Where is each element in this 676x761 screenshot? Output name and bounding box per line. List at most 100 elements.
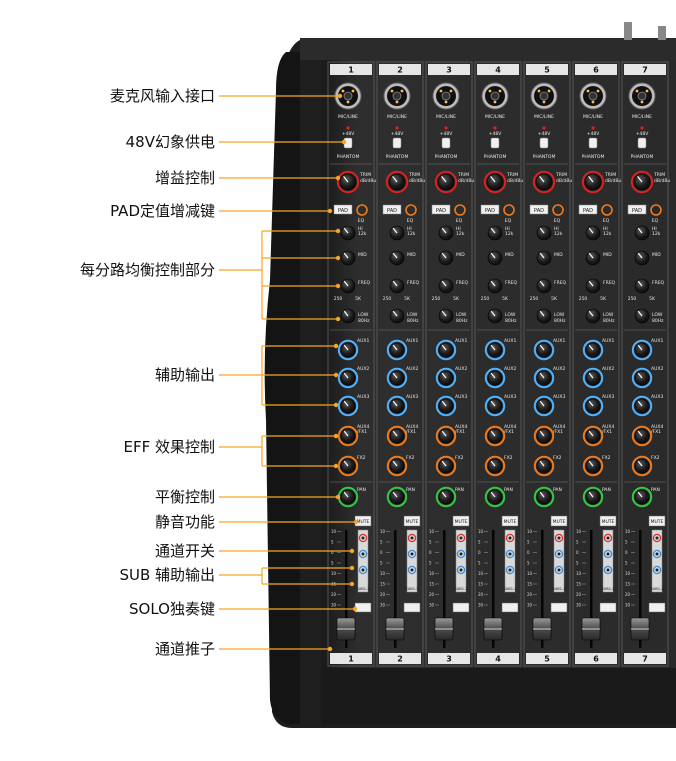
phantom-button[interactable] <box>441 137 451 149</box>
eq-mid-knob[interactable] <box>438 250 454 266</box>
eq-mid-knob[interactable] <box>487 250 503 266</box>
aux3-knob[interactable] <box>435 395 457 417</box>
trim-knob[interactable] <box>532 170 556 194</box>
fx2-knob[interactable] <box>435 455 457 477</box>
trim-knob[interactable] <box>630 170 654 194</box>
aux2-knob[interactable] <box>337 367 359 389</box>
phantom-led <box>591 126 595 130</box>
pan-knob[interactable] <box>533 486 555 508</box>
pan-knob[interactable] <box>386 486 408 508</box>
phantom-button[interactable] <box>588 137 598 149</box>
aux1-knob[interactable] <box>337 339 359 361</box>
trim-knob[interactable] <box>336 170 360 194</box>
eq-hi-knob[interactable] <box>585 225 601 241</box>
mixer-top-panel <box>322 60 676 668</box>
eq-hi-knob[interactable] <box>487 225 503 241</box>
pan-knob[interactable] <box>435 486 457 508</box>
eq-freq-knob[interactable] <box>487 278 503 294</box>
phantom-button[interactable] <box>392 137 402 149</box>
eq-mid-knob[interactable] <box>340 250 356 266</box>
pad-label: PAD <box>632 208 642 214</box>
eq-low-knob[interactable] <box>487 308 503 324</box>
trim-knob[interactable] <box>581 170 605 194</box>
eq-low-knob[interactable] <box>340 308 356 324</box>
pan-knob[interactable] <box>484 486 506 508</box>
solo-button[interactable] <box>599 602 617 613</box>
eq-mid-knob[interactable] <box>536 250 552 266</box>
fx2-knob[interactable] <box>484 455 506 477</box>
fx2-knob[interactable] <box>337 455 359 477</box>
pan-knob[interactable] <box>582 486 604 508</box>
trim-knob[interactable] <box>483 170 507 194</box>
aux3-knob[interactable] <box>484 395 506 417</box>
solo-button[interactable] <box>403 602 421 613</box>
eq-low-knob[interactable] <box>438 308 454 324</box>
trim-knob[interactable] <box>434 170 458 194</box>
eq-freq-knob[interactable] <box>536 278 552 294</box>
pan-knob[interactable] <box>337 486 359 508</box>
solo-button[interactable] <box>550 602 568 613</box>
eq-low-knob[interactable] <box>585 308 601 324</box>
mic-line-combo-jack[interactable] <box>383 82 411 110</box>
pan-knob[interactable] <box>631 486 653 508</box>
solo-button[interactable] <box>452 602 470 613</box>
eq-mid-knob[interactable] <box>389 250 405 266</box>
aux2-knob[interactable] <box>533 367 555 389</box>
solo-button[interactable] <box>501 602 519 613</box>
eq-mid-knob[interactable] <box>585 250 601 266</box>
mic-line-combo-jack[interactable] <box>579 82 607 110</box>
aux3-knob[interactable] <box>386 395 408 417</box>
aux1-knob[interactable] <box>386 339 408 361</box>
aux2-knob[interactable] <box>631 367 653 389</box>
trim-knob[interactable] <box>385 170 409 194</box>
aux4-fx1-knob[interactable] <box>631 425 653 447</box>
eq-hi-knob[interactable] <box>536 225 552 241</box>
aux4-fx1-knob[interactable] <box>582 425 604 447</box>
eq-low-knob[interactable] <box>634 308 650 324</box>
eq-freq-knob[interactable] <box>389 278 405 294</box>
eq-hi-knob[interactable] <box>634 225 650 241</box>
aux3-knob[interactable] <box>533 395 555 417</box>
eq-hi-knob[interactable] <box>340 225 356 241</box>
phantom-button[interactable] <box>490 137 500 149</box>
aux2-knob[interactable] <box>435 367 457 389</box>
eq-freq-knob[interactable] <box>438 278 454 294</box>
eq-hi-knob[interactable] <box>438 225 454 241</box>
eq-freq-knob[interactable] <box>340 278 356 294</box>
aux1-knob[interactable] <box>582 339 604 361</box>
aux4-fx1-knob[interactable] <box>435 425 457 447</box>
aux4-fx1-knob[interactable] <box>533 425 555 447</box>
aux4-fx1-knob[interactable] <box>484 425 506 447</box>
phantom-button[interactable] <box>539 137 549 149</box>
fx2-knob[interactable] <box>631 455 653 477</box>
fx2-knob[interactable] <box>533 455 555 477</box>
aux1-knob[interactable] <box>484 339 506 361</box>
aux3-knob[interactable] <box>631 395 653 417</box>
eq-low-knob[interactable] <box>389 308 405 324</box>
eq-mid-knob[interactable] <box>634 250 650 266</box>
solo-button[interactable] <box>354 602 372 613</box>
fader-scale-label: 15 <box>527 582 533 587</box>
aux2-knob[interactable] <box>484 367 506 389</box>
fx2-knob[interactable] <box>582 455 604 477</box>
mic-line-combo-jack[interactable] <box>530 82 558 110</box>
fx2-knob[interactable] <box>386 455 408 477</box>
mic-line-combo-jack[interactable] <box>481 82 509 110</box>
aux3-knob[interactable] <box>337 395 359 417</box>
eq-freq-knob[interactable] <box>634 278 650 294</box>
aux2-knob[interactable] <box>582 367 604 389</box>
aux2-knob[interactable] <box>386 367 408 389</box>
aux1-knob[interactable] <box>533 339 555 361</box>
mic-line-combo-jack[interactable] <box>432 82 460 110</box>
phantom-button[interactable] <box>637 137 647 149</box>
eq-low-knob[interactable] <box>536 308 552 324</box>
aux3-knob[interactable] <box>582 395 604 417</box>
aux1-knob[interactable] <box>435 339 457 361</box>
eq-hi-knob[interactable] <box>389 225 405 241</box>
aux1-knob[interactable] <box>631 339 653 361</box>
mic-line-combo-jack[interactable] <box>628 82 656 110</box>
aux4-fx1-knob[interactable] <box>337 425 359 447</box>
eq-freq-knob[interactable] <box>585 278 601 294</box>
solo-button[interactable] <box>648 602 666 613</box>
aux4-fx1-knob[interactable] <box>386 425 408 447</box>
